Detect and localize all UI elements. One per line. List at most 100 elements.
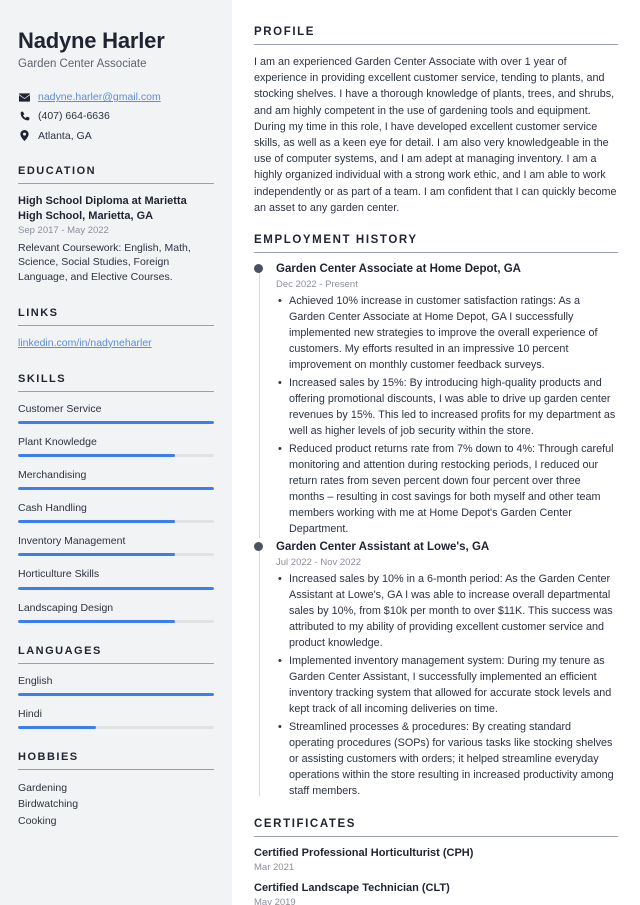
main-column: PROFILE I am an experienced Garden Cente…: [232, 0, 640, 905]
job-bullet: Reduced product returns rate from 7% dow…: [276, 441, 618, 538]
hobby-item: Gardening: [18, 782, 68, 795]
job-bullet: Streamlined processes & procedures: By c…: [276, 719, 618, 800]
skill-item: Plant Knowledge: [18, 435, 214, 457]
skill-item: Landscaping Design: [18, 601, 214, 623]
certificate-name: Certified Landscape Technician (CLT): [254, 881, 450, 894]
job-date: Dec 2022 - Present: [276, 279, 358, 291]
skill-level-fill: [18, 553, 175, 557]
skills-section: SKILLS Customer Service Plant Knowledge Me…: [18, 373, 214, 623]
job-role: Garden Center Assistant at Lowe's, GA: [276, 540, 490, 553]
language-item: English: [18, 674, 214, 696]
job-entry: Garden Center Associate at Home Depot, G…: [254, 262, 618, 538]
timeline-line: [259, 267, 260, 538]
profile-heading: PROFILE: [254, 26, 316, 38]
languages-list: English Hindi: [18, 674, 214, 730]
certificates-list: Certified Professional Horticulturist (C…: [254, 846, 618, 905]
skill-level-fill: [18, 619, 175, 623]
links-section: LINKS linkedin.com/in/nadyneharler: [18, 307, 214, 351]
skill-level-track: [18, 487, 214, 491]
contact-email-row[interactable]: nadyne.harler@gmail.com: [18, 90, 214, 104]
hobbies-section: HOBBIES Gardening Birdwatching Cooking: [18, 751, 214, 829]
language-label: Hindi: [18, 707, 42, 720]
skill-label: Plant Knowledge: [18, 435, 97, 448]
skill-label: Inventory Management: [18, 535, 126, 548]
job-bullet: Implemented inventory management system:…: [276, 653, 618, 718]
job-bullet-list: Increased sales by 10% in a 6-month peri…: [276, 571, 618, 800]
languages-heading: LANGUAGES: [18, 644, 102, 657]
certificate-date: May 2019: [254, 896, 296, 905]
language-level-fill: [18, 726, 97, 730]
hobbies-heading-rule: [18, 769, 214, 771]
jobs-list: Garden Center Associate at Home Depot, G…: [254, 262, 618, 800]
certificates-section: CERTIFICATES Certified Professional Hort…: [254, 818, 618, 905]
job-entry: Garden Center Assistant at Lowe's, GA Jul…: [254, 540, 618, 800]
language-level-track: [18, 726, 214, 730]
name-block: Nadyne Harler Garden Center Associate: [18, 28, 214, 72]
language-item: Hindi: [18, 707, 214, 730]
skill-item: Inventory Management: [18, 534, 214, 557]
resume-page: Nadyne Harler Garden Center Associate na…: [0, 0, 640, 905]
skill-level-track: [18, 553, 214, 557]
language-level-fill: [18, 692, 214, 696]
skills-heading: SKILLS: [18, 372, 67, 385]
job-bullet: Achieved 10% increase in customer satisf…: [276, 293, 618, 374]
skill-level-fill: [18, 420, 214, 424]
skill-item: Cash Handling: [18, 501, 214, 524]
skill-level-track: [18, 420, 214, 424]
certificates-heading-rule: [254, 836, 618, 837]
profile-heading-rule: [254, 44, 618, 45]
skill-label: Horticulture Skills: [18, 568, 100, 581]
location-pin-icon: [18, 130, 31, 142]
contact-email[interactable]: nadyne.harler@gmail.com: [38, 90, 161, 104]
timeline-dot-icon: [254, 541, 263, 551]
skill-level-fill: [18, 453, 175, 457]
skill-item: Customer Service: [18, 402, 214, 424]
skill-level-track: [18, 520, 214, 524]
profile-text: I am an experienced Garden Center Associ…: [254, 56, 617, 214]
job-role: Garden Center Associate at Home Depot, G…: [276, 262, 521, 275]
skill-level-fill: [18, 586, 214, 590]
skill-level-track: [18, 619, 214, 623]
skill-level-track: [18, 586, 214, 590]
education-date: Sep 2017 - May 2022: [18, 225, 109, 237]
contact-phone: (407) 664-6636: [38, 110, 110, 123]
skill-label: Customer Service: [18, 402, 102, 415]
languages-heading-rule: [18, 662, 214, 664]
timeline-line: [259, 545, 260, 796]
link-item-linkedin[interactable]: linkedin.com/in/nadyneharler: [18, 336, 214, 351]
sidebar: Nadyne Harler Garden Center Associate na…: [0, 0, 232, 905]
language-level-track: [18, 692, 214, 696]
contact-phone-row: (407) 664-6636: [18, 109, 214, 123]
certificate-name: Certified Professional Horticulturist (C…: [254, 847, 474, 859]
candidate-name: Nadyne Harler: [18, 28, 165, 53]
contact-location: Atlanta, GA: [38, 129, 92, 142]
skill-item: Horticulture Skills: [18, 567, 214, 590]
envelope-icon: [18, 93, 31, 102]
skills-heading-rule: [18, 390, 214, 392]
certificate-date: Mar 2021: [254, 861, 295, 873]
hobbies-heading: HOBBIES: [18, 751, 79, 764]
language-label: English: [18, 674, 53, 687]
job-bullet: Increased sales by 15%: By introducing h…: [276, 375, 618, 440]
employment-heading-rule: [254, 251, 618, 253]
skills-list: Customer Service Plant Knowledge Merchandi…: [18, 402, 214, 623]
job-date: Jul 2022 - Nov 2022: [276, 557, 362, 569]
employment-heading: EMPLOYMENT HISTORY: [254, 233, 418, 246]
contact-location-row: Atlanta, GA: [18, 129, 214, 143]
hobbies-list: Gardening Birdwatching Cooking: [18, 780, 214, 829]
skill-label: Cash Handling: [18, 502, 87, 515]
skill-label: Landscaping Design: [18, 601, 114, 614]
timeline-dot-icon: [254, 263, 263, 273]
education-section: EDUCATION High School Diploma at Mariett…: [18, 165, 214, 285]
job-bullet: Increased sales by 10% in a 6-month peri…: [276, 571, 618, 652]
employment-section: EMPLOYMENT HISTORY Garden Center Associa…: [254, 234, 618, 800]
certificates-heading: CERTIFICATES: [254, 818, 357, 830]
links-heading: LINKS: [18, 306, 59, 319]
skill-level-track: [18, 453, 214, 457]
contact-list: nadyne.harler@gmail.com (407) 664-6636 A…: [18, 90, 214, 143]
phone-icon: [18, 111, 31, 121]
profile-section: PROFILE I am an experienced Garden Cente…: [254, 26, 618, 216]
education-heading: EDUCATION: [18, 164, 97, 177]
certificate-item: Certified Professional Horticulturist (C…: [254, 846, 618, 873]
hobby-item: Birdwatching: [18, 798, 79, 811]
